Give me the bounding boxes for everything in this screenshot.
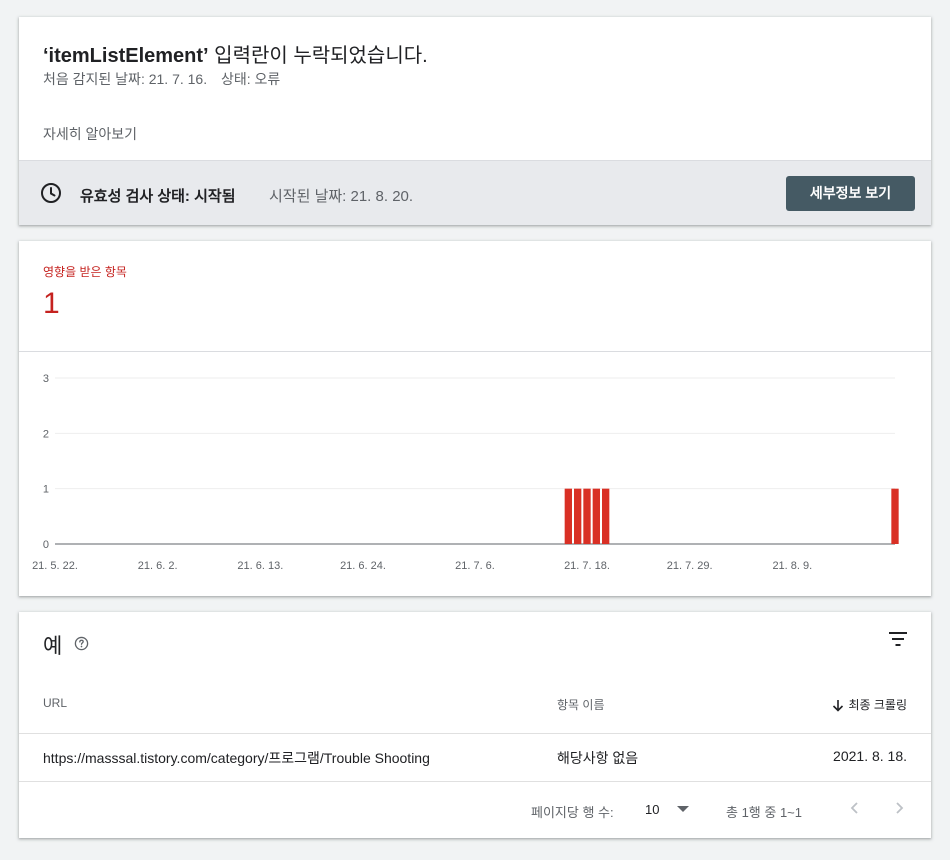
x-tick-label: 21. 7. 29. [667,560,713,572]
column-header-last-crawled[interactable]: 최종 크롤링 [832,696,907,713]
row-divider [19,781,931,782]
issue-meta: 처음 감지된 날짜: 21. 7. 16. 상태: 오류 [43,69,290,89]
column-header-url[interactable]: URL [43,696,67,710]
y-tick-label: 3 [43,373,49,385]
filter-icon[interactable] [889,632,907,646]
previous-page-icon[interactable] [849,801,861,815]
affected-items-count: 1 [43,287,60,320]
y-tick-label: 0 [43,539,49,551]
chart-bar [574,488,582,544]
x-tick-label: 21. 8. 9. [772,560,812,572]
y-tick-label: 2 [43,428,49,440]
affected-items-label: 영향을 받은 항목 [43,265,127,279]
chart-bar [592,488,600,544]
issue-status: 상태: 오류 [221,71,281,87]
learn-more-link[interactable]: 자세히 알아보기 [43,124,137,144]
affected-items-chart: 0 1 2 3 21. 5. 22. 21. 6. 2. 21. 6. 13. 21. 6. … [32,373,899,572]
affected-items-card: 영향을 받은 항목 1 0 1 2 3 21. 5. 22. 21. 6. 2. 21. 6… [19,241,931,596]
row-url[interactable]: https://masssal.tistory.com/category/프로그… [43,748,430,768]
chart-bar [583,488,591,544]
examples-card: 예 URL 항목 이름 최종 크롤링 https://masssal.tisto… [19,612,931,838]
validation-started: 시작된 날짜: 21. 8. 20. [269,188,414,205]
x-tick-label: 21. 6. 24. [340,560,386,572]
header-divider [19,733,931,734]
first-detected: 처음 감지된 날짜: 21. 7. 16. [43,71,208,87]
chart-bar [891,488,899,544]
x-tick-label: 21. 6. 2. [138,560,178,572]
issue-title: ‘itemListElement’ 입력란이 누락되었습니다. [43,45,428,67]
y-tick-label: 1 [43,484,49,496]
chart-bar [602,488,610,544]
chart-bar [564,488,572,544]
see-details-button[interactable]: 세부정보 보기 [786,176,915,211]
x-tick-label: 21. 6. 13. [237,560,283,572]
validation-bar: 유효성 검사 상태: 시작됨 시작된 날짜: 21. 8. 20. 세부정보 보… [19,160,931,225]
dropdown-arrow-icon[interactable] [677,805,689,813]
clock-icon [41,183,61,203]
arrow-down-icon [833,700,844,712]
issue-card: ‘itemListElement’ 입력란이 누락되었습니다. 처음 감지된 날… [19,17,931,225]
column-header-item-name[interactable]: 항목 이름 [557,696,605,713]
pagination-range: 총 1행 중 1~1 [726,805,802,820]
rows-per-page-label: 페이지당 행 수: [531,805,614,820]
validation-status: 유효성 검사 상태: 시작됨 [80,188,236,205]
rows-per-page-select[interactable]: 10 [645,802,659,817]
row-last-crawled: 2021. 8. 18. [833,748,907,764]
examples-title: 예 [43,635,63,658]
next-page-icon[interactable] [893,801,905,815]
x-tick-label: 21. 7. 18. [564,560,610,572]
x-tick-label: 21. 5. 22. [32,560,78,572]
x-tick-label: 21. 7. 6. [455,560,495,572]
row-item-name: 해당사항 없음 [557,750,639,766]
help-icon[interactable] [74,636,89,651]
